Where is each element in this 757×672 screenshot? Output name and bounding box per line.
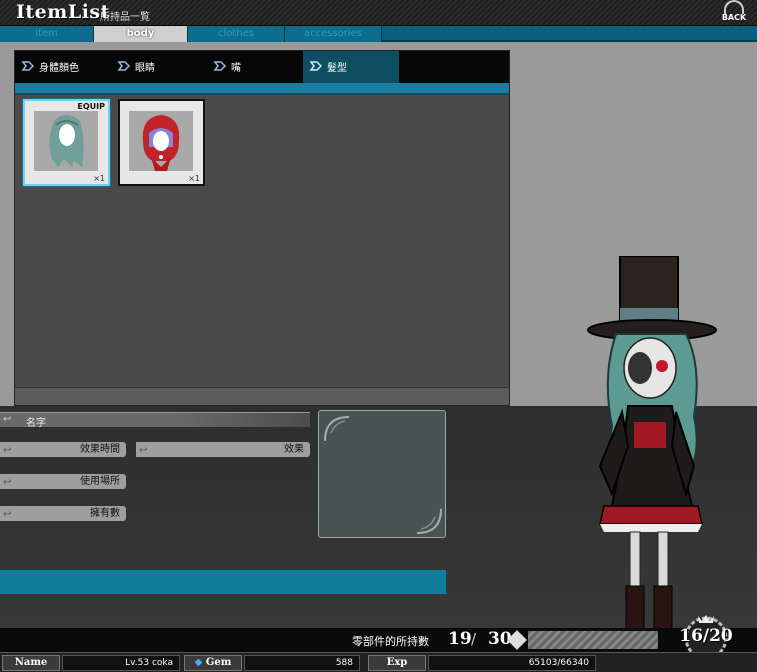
subtab-mouth[interactable]: 嘴 (207, 51, 303, 83)
panel-stripe (15, 83, 509, 95)
character-avatar (587, 256, 717, 644)
status-name-value: Lv.53 coka (62, 655, 180, 671)
owned-label: 擁有數 (90, 508, 120, 519)
hand-pointer-icon (213, 61, 227, 71)
tab-item[interactable]: item (0, 26, 94, 42)
subtab-body-color[interactable]: 身體顏色 (15, 51, 111, 83)
gem-label-text: Gem (205, 657, 232, 668)
item-panel: 身體顏色 眼睛 嘴 髮型 EQUIP ×1 ×1 (14, 50, 510, 406)
red-hood-icon (129, 111, 193, 171)
description-bar (0, 570, 446, 594)
back-icon (724, 0, 744, 14)
subtab-label: 髮型 (327, 63, 347, 74)
status-exp-value: 65103/66340 (428, 655, 596, 671)
ornament-frame-icon (324, 416, 442, 534)
effect-field: ↩ 效果 (136, 442, 310, 457)
subtab-hairstyle[interactable]: 髮型 (303, 51, 399, 83)
item-preview-frame[interactable] (318, 410, 446, 538)
hand-pointer-icon (117, 61, 131, 71)
hand-pointer-icon (309, 61, 323, 71)
duration-field: ↩ 效果時間 (0, 442, 126, 457)
gem-icon: ◆ (194, 657, 203, 668)
part-count-owned: 19 (448, 629, 472, 649)
header-bar: ItemList 所持品一覧 BACK (0, 0, 757, 26)
back-button[interactable]: BACK (715, 0, 753, 26)
decor-stripe (528, 631, 658, 649)
tab-accessories[interactable]: accessories (285, 26, 382, 42)
part-count-separator: / (471, 630, 477, 648)
item-name-bar: ↩ 名字 (0, 412, 310, 429)
game-window: ItemList 所持品一覧 BACK item body clothes ac… (0, 0, 757, 672)
category-tabbar: item body clothes accessories (0, 26, 757, 42)
app-title: ItemList (16, 1, 110, 23)
back-label: BACK (721, 13, 747, 22)
part-count-label: 零部件的所持數 (352, 635, 429, 648)
item-slot-teal-hair[interactable]: EQUIP ×1 (23, 99, 110, 186)
owned-field: ↩ 擁有數 (0, 506, 126, 521)
level-badge-text: 16/20 (679, 626, 733, 646)
equip-tag: EQUIP (77, 102, 105, 111)
panel-footer (15, 387, 509, 405)
item-slot-red-hood[interactable]: ×1 (118, 99, 205, 186)
subtab-label: 身體顏色 (39, 63, 79, 74)
item-count: ×1 (93, 174, 105, 183)
subtab-label: 嘴 (231, 63, 241, 74)
tab-body[interactable]: body (94, 26, 188, 42)
item-count: ×1 (188, 174, 200, 183)
return-arrow-icon: ↩ (3, 445, 12, 456)
return-arrow-icon: ↩ (3, 414, 12, 425)
subtab-eyes[interactable]: 眼睛 (111, 51, 207, 83)
duration-label: 效果時間 (80, 444, 120, 455)
status-exp-label: Exp (368, 655, 426, 671)
status-gem-value: 588 (244, 655, 360, 671)
tab-clothes[interactable]: clothes (188, 26, 285, 42)
return-arrow-icon: ↩ (3, 477, 12, 488)
item-name-label: 名字 (26, 418, 46, 429)
status-bar: Name Lv.53 coka ◆ Gem 588 Exp 65103/6634… (0, 652, 757, 672)
status-name-label: Name (2, 655, 60, 671)
effect-label: 效果 (284, 444, 304, 455)
part-count-row: 零部件的所持數 19 / 30 (0, 628, 757, 652)
sub-tabbar: 身體顏色 眼睛 嘴 髮型 (15, 51, 509, 83)
teal-hair-icon (34, 111, 98, 171)
status-gem-label: ◆ Gem (184, 655, 242, 671)
usage-label: 使用場所 (80, 476, 120, 487)
return-arrow-icon: ↩ (3, 509, 12, 520)
subtab-label: 眼睛 (135, 63, 155, 74)
usage-field: ↩ 使用場所 (0, 474, 126, 489)
return-arrow-icon: ↩ (139, 445, 148, 456)
app-subtitle: 所持品一覧 (100, 12, 150, 23)
hand-pointer-icon (21, 61, 35, 71)
